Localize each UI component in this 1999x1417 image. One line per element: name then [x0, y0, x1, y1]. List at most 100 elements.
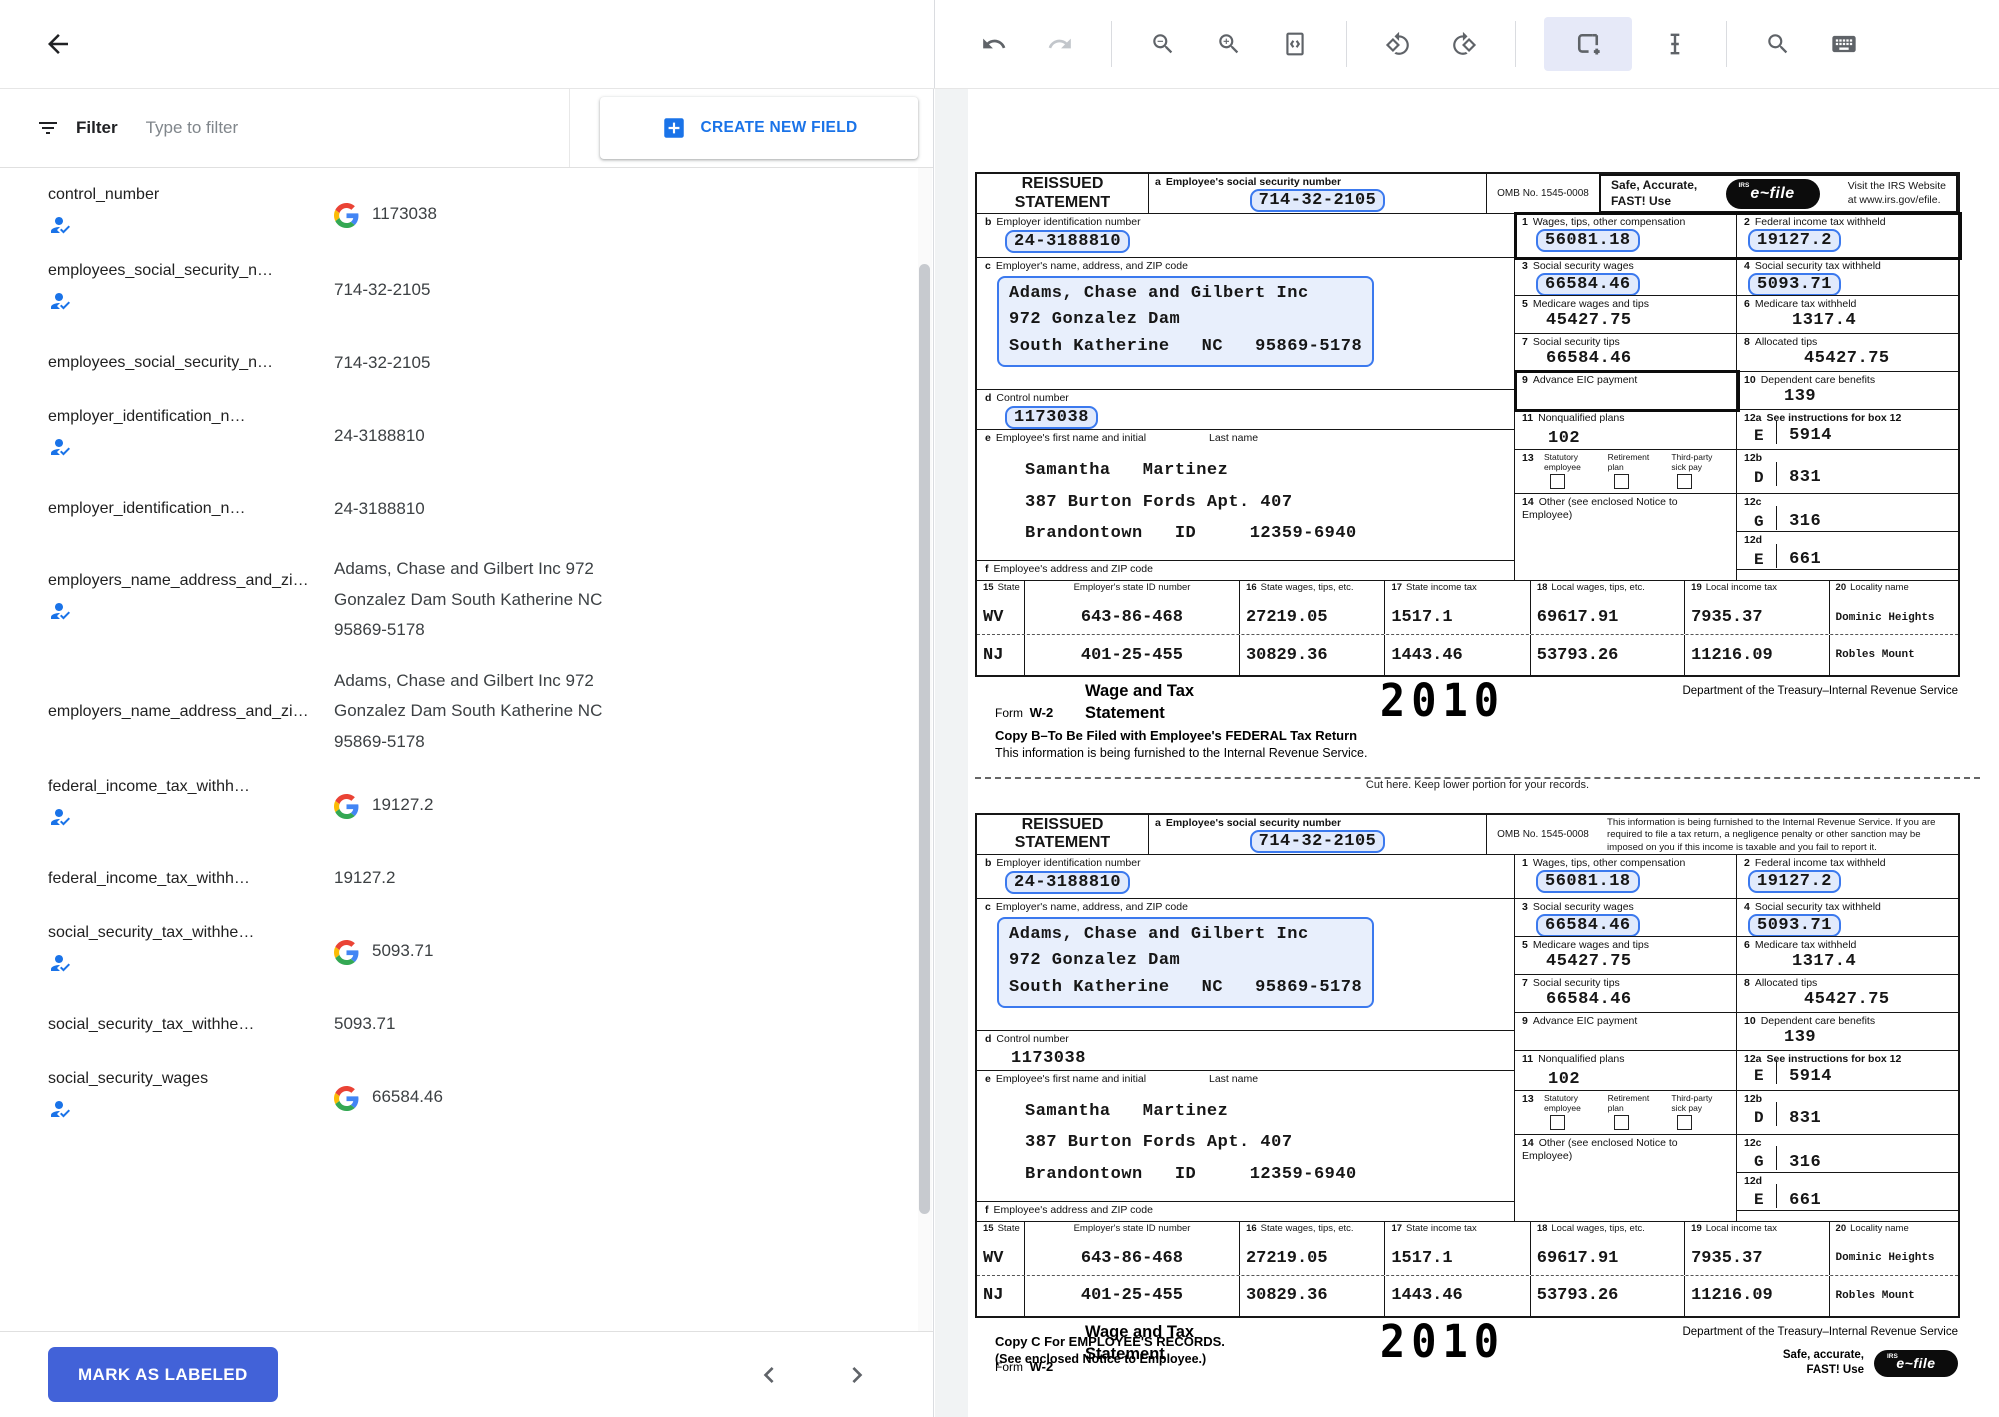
keyboard-icon	[1830, 30, 1858, 58]
zoom-in-icon	[1216, 31, 1242, 57]
header-row	[0, 0, 1999, 89]
control-number-annotation[interactable]: 1173038	[1005, 406, 1098, 429]
redo-button[interactable]	[1037, 21, 1083, 67]
retirement-plan-checkbox[interactable]	[1614, 1115, 1629, 1130]
field-value: 24-3188810	[334, 421, 425, 452]
create-new-field-label: CREATE NEW FIELD	[701, 119, 858, 137]
box12d: 12dE661	[1737, 532, 1958, 570]
statutory-employee-checkbox[interactable]	[1550, 474, 1565, 489]
field-name: federal_income_tax_withh…	[48, 870, 334, 888]
statutory-employee-checkbox[interactable]	[1550, 1115, 1565, 1130]
rotate-ccw-button[interactable]	[1375, 21, 1421, 67]
reissued-statement-label: REISSUEDSTATEMENT	[977, 815, 1149, 854]
add-box-icon	[661, 115, 687, 141]
ssn-label: Employee's social security number	[1166, 176, 1341, 188]
field-row[interactable]: social_security_wages 66584.46	[0, 1060, 933, 1136]
rotate-cw-icon	[1451, 31, 1477, 57]
box1-wages: 1Wages, tips, other compensation56081.18	[1515, 855, 1737, 899]
box3-annotation[interactable]: 66584.46	[1536, 914, 1640, 937]
employer-address-annotation[interactable]: Adams, Chase and Gilbert Inc 972 Gonzale…	[997, 917, 1374, 1008]
document-page: REISSUEDSTATEMENT aEmployee's social sec…	[975, 89, 1985, 1368]
add-bounding-box-button[interactable]	[1544, 17, 1632, 71]
field-row[interactable]: employers_name_address_and_zi… Adams, Ch…	[0, 656, 933, 768]
field-row[interactable]: employer_identification_n… 24-3188810	[0, 398, 933, 474]
employer-address-annotation[interactable]: Adams, Chase and Gilbert Inc 972 Gonzale…	[997, 276, 1374, 367]
ssn-annotation[interactable]: 714-32-2105	[1250, 189, 1386, 212]
person-check-icon	[48, 805, 72, 834]
fields-panel: Filter CREATE NEW FIELD control_number	[0, 89, 934, 1417]
w2-form-copy-b: REISSUEDSTATEMENT aEmployee's social sec…	[975, 172, 1960, 677]
field-row[interactable]: control_number 1173038	[0, 176, 933, 252]
person-check-icon	[48, 1097, 72, 1126]
filter-bar: Filter CREATE NEW FIELD	[0, 89, 933, 168]
box4-ss-tax: 4Social security tax withheld5093.71	[1737, 899, 1958, 937]
field-list-scrollbar-thumb[interactable]	[919, 264, 930, 1214]
box12-filler	[1737, 570, 1958, 580]
box11-nonqualified: 11Nonqualified plans102	[1515, 410, 1737, 450]
copy-b-note: Copy B–To Be Filed with Employee's FEDER…	[975, 727, 1985, 763]
keyboard-shortcuts-button[interactable]	[1821, 21, 1867, 67]
box12b: 12bD831	[1737, 1091, 1958, 1135]
zoom-in-button[interactable]	[1206, 21, 1252, 67]
cut-here-line: Cut here. Keep lower portion for your re…	[975, 777, 1980, 791]
third-party-sick-pay-checkbox[interactable]	[1677, 1115, 1692, 1130]
box4-annotation[interactable]: 5093.71	[1748, 273, 1841, 296]
field-row[interactable]: employers_name_address_and_zi… Adams, Ch…	[0, 544, 933, 656]
header-left	[0, 0, 934, 88]
field-value: 714-32-2105	[334, 348, 430, 379]
filter-input[interactable]	[146, 118, 476, 138]
third-party-sick-pay-checkbox[interactable]	[1677, 474, 1692, 489]
field-row[interactable]: employer_identification_n… 24-3188810	[0, 474, 933, 544]
box12-filler	[1737, 1211, 1958, 1221]
previous-document-button[interactable]	[753, 1359, 785, 1391]
retirement-plan-checkbox[interactable]	[1614, 474, 1629, 489]
field-row[interactable]: employees_social_security_n… 714-32-2105	[0, 252, 933, 328]
document-viewer: REISSUEDSTATEMENT aEmployee's social sec…	[935, 89, 1999, 1417]
rotate-cw-button[interactable]	[1441, 21, 1487, 67]
field-value: 19127.2	[334, 863, 395, 894]
fit-width-button[interactable]	[1272, 21, 1318, 67]
field-name: employers_name_address_and_zi…	[48, 572, 334, 590]
text-select-button[interactable]	[1652, 21, 1698, 67]
field-row[interactable]: employees_social_security_n… 714-32-2105	[0, 328, 933, 398]
mark-as-labeled-button[interactable]: MARK AS LABELED	[48, 1347, 278, 1402]
box6-medicare-tax: 6Medicare tax withheld1317.4	[1737, 296, 1958, 334]
field-name: federal_income_tax_withh…	[48, 778, 334, 796]
next-document-button[interactable]	[841, 1359, 873, 1391]
search-button[interactable]	[1755, 21, 1801, 67]
field-row[interactable]: federal_income_tax_withh… 19127.2	[0, 768, 933, 844]
box2-annotation[interactable]: 19127.2	[1748, 870, 1841, 893]
selection-box-9[interactable]	[1514, 370, 1740, 412]
undo-icon	[981, 31, 1007, 57]
field-name: control_number	[48, 186, 334, 204]
zoom-out-button[interactable]	[1140, 21, 1186, 67]
ein-annotation[interactable]: 24-3188810	[1005, 871, 1130, 894]
person-check-icon	[48, 599, 72, 628]
search-icon	[1765, 31, 1791, 57]
box3-annotation[interactable]: 66584.46	[1536, 273, 1640, 296]
google-icon	[334, 794, 359, 819]
field-value: 24-3188810	[334, 494, 425, 525]
google-icon	[334, 940, 359, 965]
box4-annotation[interactable]: 5093.71	[1748, 914, 1841, 937]
field-name: social_security_tax_withhe…	[48, 924, 334, 942]
field-row[interactable]: social_security_tax_withhe… 5093.71	[0, 990, 933, 1060]
document-toolbar	[934, 0, 1999, 88]
employee-name-address: Samantha Martinez 387 Burton Fords Apt. …	[1025, 455, 1506, 549]
person-check-icon	[48, 951, 72, 980]
field-row[interactable]: social_security_tax_withhe… 5093.71	[0, 914, 933, 990]
undo-button[interactable]	[971, 21, 1017, 67]
create-new-field-button[interactable]: CREATE NEW FIELD	[600, 97, 918, 159]
box1-annotation[interactable]: 56081.18	[1536, 870, 1640, 893]
person-check-icon	[48, 435, 72, 464]
ein-annotation[interactable]: 24-3188810	[1005, 230, 1130, 253]
field-value: 5093.71	[372, 936, 433, 967]
ssn-annotation[interactable]: 714-32-2105	[1250, 830, 1386, 853]
box5-medicare-wages: 5Medicare wages and tips45427.75	[1515, 937, 1737, 975]
selection-box-1-2[interactable]	[1514, 212, 1962, 260]
field-value: 714-32-2105	[334, 275, 430, 306]
back-button[interactable]	[36, 22, 80, 66]
box12a: 12aSee instructions for box 12E5914	[1737, 1051, 1958, 1091]
employee-name-label: Employee's first name and initial	[996, 432, 1146, 444]
field-row[interactable]: federal_income_tax_withh… 19127.2	[0, 844, 933, 914]
